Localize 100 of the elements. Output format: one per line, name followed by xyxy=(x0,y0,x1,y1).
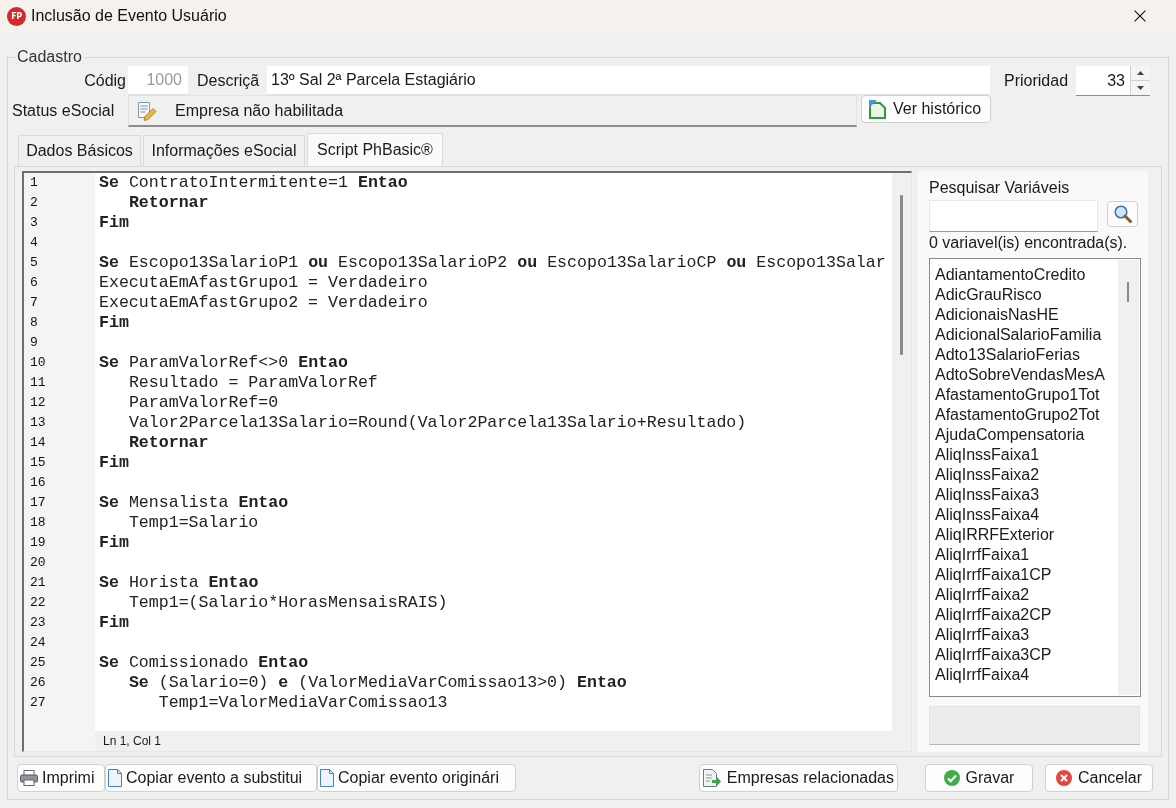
line-number: 19 xyxy=(30,534,46,552)
group-title: Cadastro xyxy=(16,48,83,66)
field-label: Prioridad xyxy=(1004,71,1069,90)
line-number: 15 xyxy=(30,454,46,472)
code-line: Temp1=Salario xyxy=(128,513,259,532)
line-number: 17 xyxy=(30,494,46,512)
variable-item[interactable]: AjudaCompensatoria xyxy=(935,425,1085,445)
tab[interactable]: Informações eSocial xyxy=(143,135,305,166)
line-number: 8 xyxy=(30,314,38,332)
copy-button[interactable]: Copiar evento a substitui xyxy=(105,764,317,792)
scrollbar-thumb[interactable] xyxy=(900,195,903,355)
line-number: 10 xyxy=(30,354,46,372)
cancel-button[interactable]: Cancelar xyxy=(1045,764,1153,792)
variable-item[interactable]: AliqIrrfFaixa1 xyxy=(935,545,1030,565)
cancel-icon xyxy=(1056,770,1072,786)
code-line: Se Horista Entao xyxy=(99,573,259,592)
scrollbar-thumb[interactable] xyxy=(1127,282,1129,302)
variable-item[interactable]: AliqIrrfFaixa2CP xyxy=(935,605,1052,625)
document-icon xyxy=(320,769,334,787)
description-field[interactable]: 13º Sal 2ª Parcela Estagiário xyxy=(267,66,990,95)
line-number: 13 xyxy=(30,414,46,432)
code-line: Se Mensalista Entao xyxy=(99,493,289,512)
result-count: 0 variavel(is) encontrada(s). xyxy=(929,234,1128,252)
code-line: Se (Salario=0) e (ValorMediaVarComissao13>0) Entao xyxy=(128,673,627,692)
line-number: 9 xyxy=(30,334,38,352)
variable-item[interactable]: AdiantamentoCredito xyxy=(935,265,1086,285)
line-number: 22 xyxy=(30,594,46,612)
variable-item[interactable]: AdicGrauRisco xyxy=(935,285,1042,305)
variable-item[interactable]: AfastamentoGrupo1Tot xyxy=(935,385,1100,405)
variable-item[interactable]: AdicionaisNasHE xyxy=(935,305,1059,325)
code-line: Fim xyxy=(99,613,129,632)
code-line: Fim xyxy=(99,213,129,232)
variable-item[interactable]: AliqInssFaixa3 xyxy=(935,485,1040,505)
copy-button[interactable]: Copiar evento originári xyxy=(317,764,516,792)
code-line: ParamValorRef=0 xyxy=(128,393,279,412)
companies-button[interactable]: Empresas relacionadas xyxy=(698,764,898,792)
variable-item[interactable]: AliqInssFaixa2 xyxy=(935,465,1040,485)
page-icon xyxy=(868,99,888,119)
code-line: Retornar xyxy=(128,433,209,452)
code-line: Temp1=ValorMediaVarComissao13 xyxy=(158,693,448,712)
line-number: 1 xyxy=(30,174,38,192)
variable-item[interactable]: AliqInssFaixa1 xyxy=(935,445,1040,465)
search-icon xyxy=(1113,205,1132,223)
code-line: Retornar xyxy=(128,193,209,212)
line-number: 23 xyxy=(30,614,46,632)
field-label: Descriçã xyxy=(197,71,260,90)
tab[interactable]: Dados Básicos xyxy=(18,135,141,166)
line-number: 20 xyxy=(30,554,46,572)
line-number: 26 xyxy=(30,674,46,692)
line-number: 25 xyxy=(30,654,46,672)
variable-item[interactable]: AliqIrrfFaixa3CP xyxy=(935,645,1052,665)
code-line: Valor2Parcela13Salario=Round(Valor2Parcela13Salario+Resultado) xyxy=(128,413,747,432)
cursor-position: Ln 1, Col 1 xyxy=(103,734,162,748)
search-button[interactable] xyxy=(1107,201,1138,227)
code-line: Resultado = ParamValorRef xyxy=(128,373,378,392)
line-number: 7 xyxy=(30,294,38,312)
check-icon xyxy=(943,770,960,786)
variable-item[interactable]: AliqIrrfFaixa4 xyxy=(935,665,1030,685)
spin-up-button[interactable] xyxy=(1130,66,1150,80)
line-number: 24 xyxy=(30,634,46,652)
code-line: ExecutaEmAfastGrupo1 = Verdadeiro xyxy=(99,273,428,292)
save-button[interactable]: Gravar xyxy=(925,764,1033,792)
variable-item[interactable]: AdtoSobreVendasMesA xyxy=(935,365,1105,385)
line-number: 3 xyxy=(30,214,38,232)
code-line: Fim xyxy=(99,453,129,472)
code-line: ExecutaEmAfastGrupo2 = Verdadeiro xyxy=(99,293,428,312)
variable-item[interactable]: AliqIrrfFaixa2 xyxy=(935,585,1030,605)
variable-item[interactable]: AdicionalSalarioFamilia xyxy=(935,325,1102,345)
line-number: 6 xyxy=(30,274,38,292)
close-icon xyxy=(1134,10,1146,22)
variable-list[interactable] xyxy=(929,258,1141,697)
variable-item[interactable]: AliqIrrfFaixa3 xyxy=(935,625,1030,645)
up-arrow-icon xyxy=(1137,71,1144,75)
line-number: 27 xyxy=(30,694,46,712)
tab[interactable]: Script PhBasic® xyxy=(307,133,443,166)
app-logo: FP xyxy=(7,6,26,26)
code-line: Fim xyxy=(99,533,129,552)
document-icon xyxy=(108,769,122,787)
document-arrow-icon xyxy=(702,769,721,787)
field-label: Status eSocial xyxy=(12,102,115,120)
variable-item[interactable]: AliqInssFaixa4 xyxy=(935,505,1040,525)
line-number: 11 xyxy=(30,374,46,392)
print-button[interactable]: Imprimi xyxy=(17,764,105,792)
history-button[interactable]: Ver histórico xyxy=(861,95,991,123)
code-line: Se Escopo13SalarioP1 ou Escopo13SalarioP2 ou Escopo13SalarioCP ou Escopo13Salar xyxy=(99,253,886,272)
search-field[interactable] xyxy=(929,200,1098,232)
printer-icon xyxy=(20,770,38,786)
down-arrow-icon xyxy=(1137,86,1144,90)
spin-down-button[interactable] xyxy=(1130,80,1150,95)
line-number: 18 xyxy=(30,514,46,532)
code-line: Fim xyxy=(99,313,129,332)
variable-item[interactable]: AliqIrrfFaixa1CP xyxy=(935,565,1052,585)
code-line: Se ParamValorRef<>0 Entao xyxy=(99,353,348,372)
edit-document-icon xyxy=(137,100,157,121)
scrollbar[interactable] xyxy=(1118,260,1139,695)
line-number: 16 xyxy=(30,474,46,492)
variable-item[interactable]: Adto13SalarioFerias xyxy=(935,345,1080,365)
variable-item[interactable]: AfastamentoGrupo2Tot xyxy=(935,405,1100,425)
scrollbar[interactable] xyxy=(892,173,911,731)
variable-item[interactable]: AliqIRRFExterior xyxy=(935,525,1055,545)
